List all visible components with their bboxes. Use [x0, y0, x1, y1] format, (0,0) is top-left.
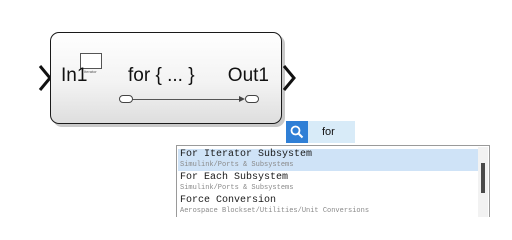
for-iterator-subsystem-block[interactable]: Iterator In1 for { ... } Out1	[50, 32, 282, 124]
results-scrollbar-thumb[interactable]	[481, 163, 485, 193]
search-button[interactable]	[286, 121, 308, 143]
out-port-label: Out1	[227, 65, 269, 86]
in-port-label: In1	[61, 65, 88, 86]
flow-end-pill	[245, 95, 259, 103]
search-results-list[interactable]: For Iterator Subsystem Simulink/Ports & …	[176, 145, 490, 217]
result-path: Simulink/Ports & Subsystems	[180, 184, 294, 192]
result-title: For Each Subsystem	[180, 172, 289, 183]
result-item-for-iterator-subsystem[interactable]: For Iterator Subsystem Simulink/Ports & …	[178, 149, 478, 171]
result-path: Simulink/Ports & Subsystems	[180, 161, 294, 169]
result-title: Force Conversion	[180, 195, 277, 206]
model-canvas[interactable]: Iterator In1 for { ... } Out1 for For It…	[0, 0, 512, 217]
result-path: Aerospace Blockset/Utilities/Unit Conver…	[180, 207, 370, 215]
result-item-force-conversion[interactable]: Force Conversion Aerospace Blockset/Util…	[178, 195, 478, 217]
block-search-input[interactable]: for	[308, 121, 355, 143]
result-item-for-each-subsystem[interactable]: For Each Subsystem Simulink/Ports & Subs…	[178, 172, 478, 194]
flow-line	[123, 99, 243, 100]
outport-chevron-icon	[282, 65, 296, 91]
result-title: For Iterator Subsystem	[180, 149, 313, 160]
block-center-label: for { ... }	[128, 65, 195, 86]
search-icon	[290, 125, 304, 139]
flow-start-pill	[119, 95, 133, 103]
